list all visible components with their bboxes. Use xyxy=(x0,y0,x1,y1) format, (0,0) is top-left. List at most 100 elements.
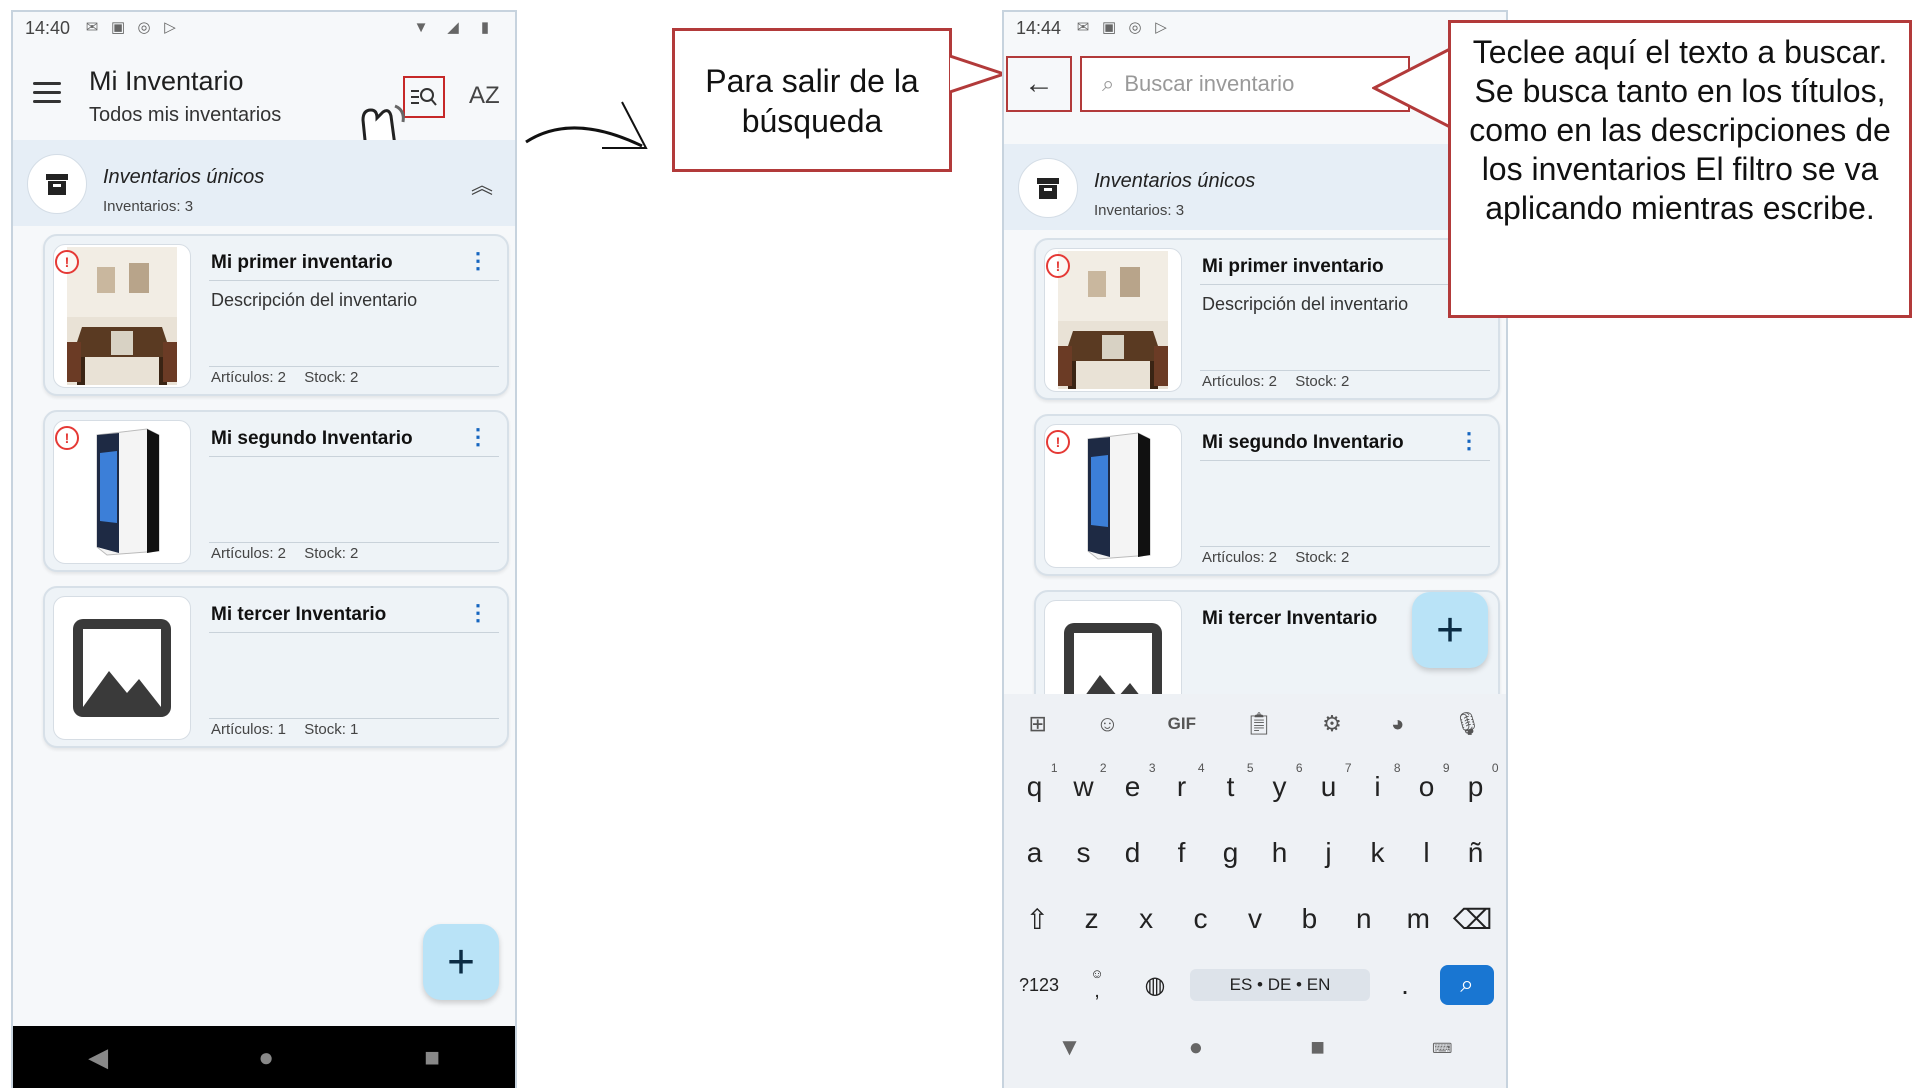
key-u[interactable]: u7 xyxy=(1306,761,1352,803)
comma-label: , xyxy=(1094,979,1100,1002)
shift-key[interactable]: ⇧ xyxy=(1014,903,1060,936)
key-e[interactable]: e3 xyxy=(1110,761,1156,803)
keyboard-switch-icon[interactable]: ⌨ xyxy=(1432,1040,1452,1057)
search-input[interactable]: ⌕ Buscar inventario xyxy=(1080,56,1410,112)
card-title: Mi tercer Inventario xyxy=(1202,608,1378,629)
more-options-icon[interactable]: ⋮ xyxy=(467,424,489,450)
key-v[interactable]: v xyxy=(1232,903,1278,935)
key-g[interactable]: g xyxy=(1208,837,1254,869)
key-m[interactable]: m xyxy=(1395,903,1441,935)
wifi-icon: ▼ xyxy=(413,19,429,36)
globe-icon[interactable]: ◍ xyxy=(1132,971,1178,1000)
collapse-chevron-icon[interactable]: ︽ xyxy=(471,168,493,200)
inventory-card[interactable]: Mi tercer Inventario ⋮ Artículos: 1 Stoc… xyxy=(43,586,509,748)
articles-count: Artículos: 2 xyxy=(1202,549,1278,566)
sort-button[interactable]: AZ xyxy=(469,82,500,110)
key-c[interactable]: c xyxy=(1178,903,1224,935)
key-i[interactable]: i8 xyxy=(1355,761,1400,803)
emoji-comma-key[interactable]: ☺, xyxy=(1074,965,1120,1003)
archive-icon xyxy=(27,154,87,214)
key-n[interactable]: n xyxy=(1341,903,1387,935)
key-k[interactable]: k xyxy=(1355,837,1401,869)
key-label: t xyxy=(1226,771,1235,802)
search-icon: ⌕ xyxy=(1102,71,1115,96)
key-q[interactable]: q1 xyxy=(1012,761,1058,803)
settings-gear-icon[interactable]: ⚙ xyxy=(1322,711,1342,737)
key-ñ[interactable]: ñ xyxy=(1453,837,1499,869)
search-key[interactable]: ⌕ xyxy=(1440,965,1494,1005)
key-b[interactable]: b xyxy=(1286,903,1332,935)
keyboard-row-2: asdfghjklñ xyxy=(1004,820,1506,886)
backspace-key[interactable]: ⌫ xyxy=(1450,903,1496,936)
key-d[interactable]: d xyxy=(1110,837,1156,869)
key-r[interactable]: r4 xyxy=(1159,761,1205,803)
alert-icon: ! xyxy=(1046,430,1070,454)
recents-nav-icon[interactable]: ■ xyxy=(424,1042,440,1073)
apps-grid-icon[interactable]: ⊞ xyxy=(1029,711,1047,737)
key-hint: 3 xyxy=(1148,761,1156,775)
key-x[interactable]: x xyxy=(1123,903,1169,935)
back-nav-icon[interactable]: ◀ xyxy=(88,1042,108,1073)
status-bar: 14:44 ✉ ▣ ◎ ▷ xyxy=(1004,12,1506,44)
recents-nav-icon[interactable]: ■ xyxy=(1310,1034,1325,1062)
period-key[interactable]: . xyxy=(1382,969,1428,1001)
inventory-card[interactable]: ! Mi segundo Inventario ⋮ Artículos: 2 S… xyxy=(43,410,509,572)
key-a[interactable]: a xyxy=(1012,837,1058,869)
emoji-icon: ☺ xyxy=(1090,965,1104,981)
articles-count: Artículos: 2 xyxy=(1202,373,1278,390)
key-t[interactable]: t5 xyxy=(1208,761,1254,803)
group-header[interactable]: Inventarios únicos Inventarios: 3 ︽ xyxy=(13,140,515,226)
key-j[interactable]: j xyxy=(1306,837,1352,869)
key-s[interactable]: s xyxy=(1061,837,1107,869)
symbols-key[interactable]: ?123 xyxy=(1016,975,1062,996)
divider xyxy=(209,632,499,633)
microphone-icon[interactable]: 🎙︎ xyxy=(1453,711,1481,737)
status-bar: 14:40 ✉ ▣ ◎ ▷ ▼ ◢ ▮ xyxy=(13,12,515,44)
hide-keyboard-icon[interactable]: ▼ xyxy=(1058,1034,1082,1062)
inventory-card[interactable]: ! Mi primer inventario ⋮ Descripción del… xyxy=(43,234,509,396)
phone-screen-search: 14:44 ✉ ▣ ◎ ▷ ← ⌕ Buscar inventario Inve… xyxy=(1002,10,1508,1088)
key-p[interactable]: p0 xyxy=(1453,761,1499,803)
keyboard-row-4: ?123 ☺, ◍ ES • DE • EN . ⌕ xyxy=(1004,952,1506,1018)
key-hint: 6 xyxy=(1295,761,1303,775)
image-placeholder-icon xyxy=(53,596,191,740)
back-arrow-button[interactable]: ← xyxy=(1006,56,1072,112)
add-inventory-button[interactable]: + xyxy=(423,924,499,1000)
callout-pointer xyxy=(1372,46,1453,130)
palette-icon[interactable]: ◕ xyxy=(1391,711,1404,737)
battery-icon: ▮ xyxy=(480,19,490,36)
inventory-card[interactable]: ! Mi segundo Inventario ⋮ Artículos: 2 S… xyxy=(1034,414,1500,576)
key-o[interactable]: o9 xyxy=(1404,761,1450,803)
key-l[interactable]: l xyxy=(1404,837,1450,869)
key-f[interactable]: f xyxy=(1159,837,1205,869)
gmail-icon: ✉ xyxy=(85,19,99,36)
keyboard-toolbar: ⊞ ☺ GIF 📋︎ ⚙ ◕ 🎙︎ xyxy=(1004,694,1506,754)
status-time: 14:40 xyxy=(25,17,71,38)
key-y[interactable]: y6 xyxy=(1257,761,1303,803)
key-label: u xyxy=(1320,771,1337,802)
inventory-card[interactable]: ! Mi primer inventario Descripción del i… xyxy=(1034,238,1500,400)
card-description: Descripción del inventario xyxy=(1202,294,1409,314)
home-nav-icon[interactable]: ● xyxy=(1189,1034,1204,1062)
key-w[interactable]: w2 xyxy=(1061,761,1106,803)
sticker-icon[interactable]: ☺ xyxy=(1096,711,1118,737)
key-z[interactable]: z xyxy=(1069,903,1115,935)
home-nav-icon[interactable]: ● xyxy=(258,1042,274,1073)
gif-button[interactable]: GIF xyxy=(1168,714,1196,734)
key-hint: 5 xyxy=(1246,761,1254,775)
clipboard-icon[interactable]: 📋︎ xyxy=(1245,711,1273,737)
key-h[interactable]: h xyxy=(1257,837,1303,869)
more-options-icon[interactable]: ⋮ xyxy=(1458,428,1480,454)
key-label: q xyxy=(1026,771,1043,802)
more-options-icon[interactable]: ⋮ xyxy=(467,600,489,626)
navigation-bar: ▼ ● ■ ⌨ xyxy=(1004,1018,1506,1078)
key-label: r xyxy=(1176,771,1187,802)
signal-icon: ◢ xyxy=(447,19,459,36)
divider xyxy=(1200,546,1490,547)
add-inventory-button[interactable]: + xyxy=(1412,592,1488,668)
card-title: Mi primer inventario xyxy=(1202,256,1384,277)
group-header[interactable]: Inventarios únicos Inventarios: 3 xyxy=(1004,144,1506,230)
space-key[interactable]: ES • DE • EN xyxy=(1190,969,1370,1001)
menu-icon[interactable] xyxy=(33,82,61,109)
more-options-icon[interactable]: ⋮ xyxy=(467,248,489,274)
